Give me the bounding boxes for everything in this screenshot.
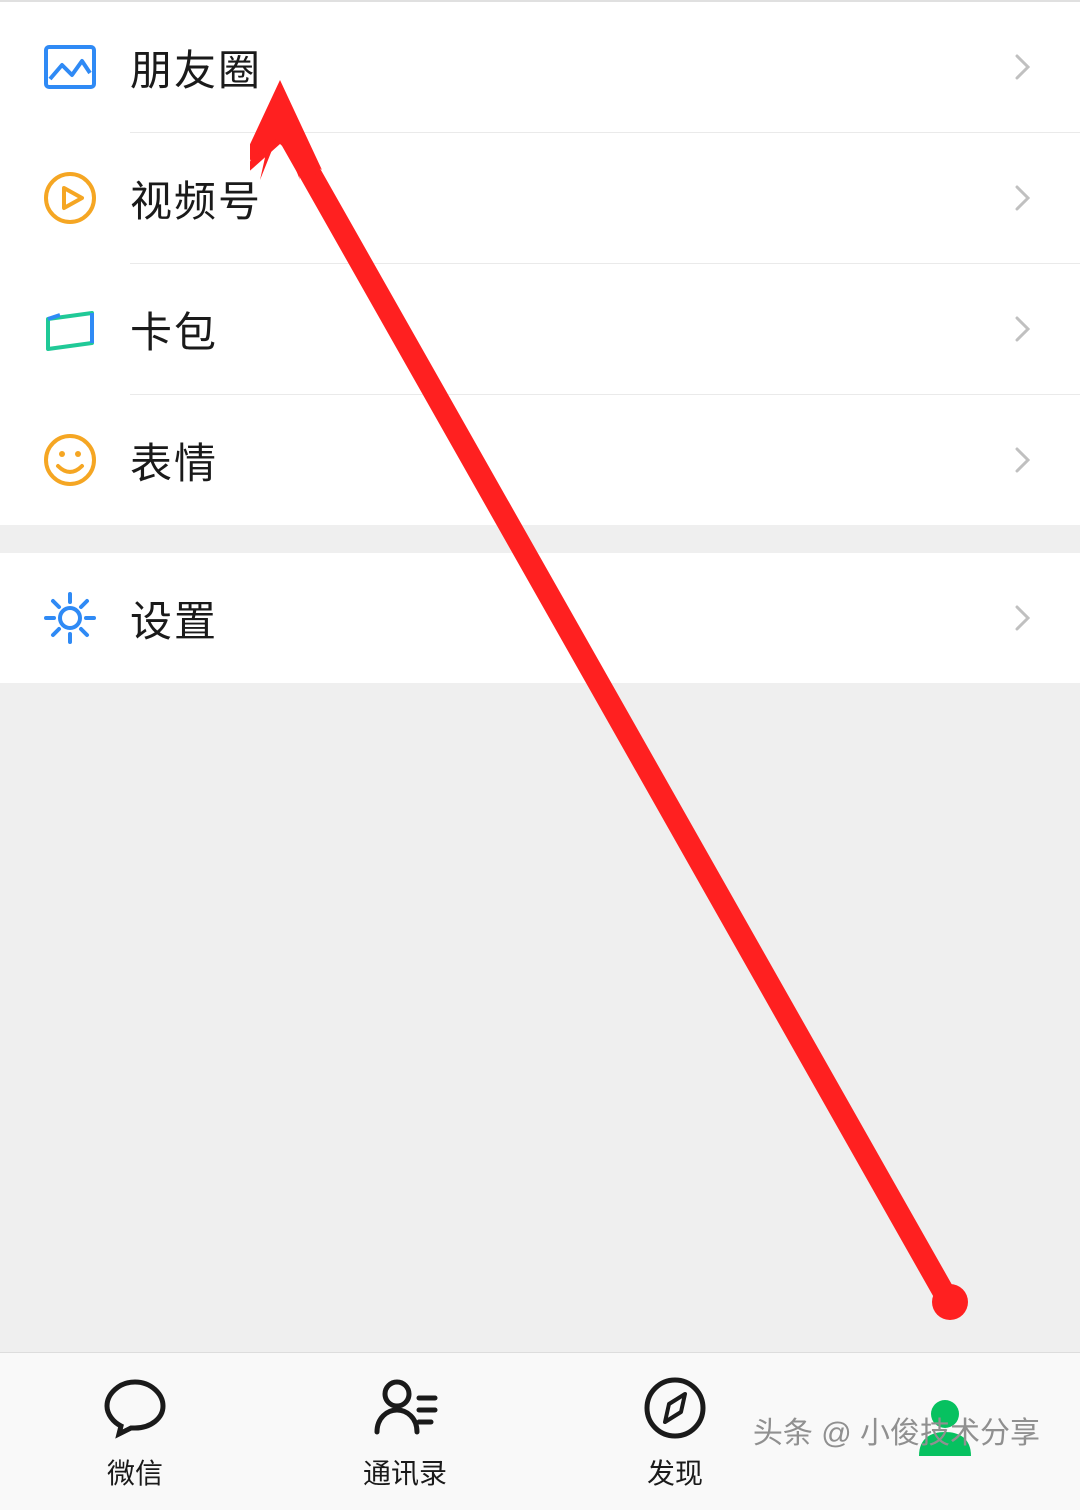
chevron-right-icon <box>1008 603 1038 633</box>
gear-icon <box>42 590 98 646</box>
menu-item-channels[interactable]: 视频号 <box>0 133 1080 263</box>
watermark: 头条 @ 小俊技术分享 <box>753 1408 1040 1452</box>
compass-icon <box>639 1372 711 1444</box>
chevron-right-icon <box>1008 52 1038 82</box>
moments-icon <box>42 39 98 95</box>
menu-item-label: 朋友圈 <box>130 37 1008 98</box>
chevron-right-icon <box>1008 183 1038 213</box>
menu-item-settings[interactable]: 设置 <box>0 553 1080 683</box>
chat-bubble-icon <box>99 1372 171 1444</box>
menu-item-cards[interactable]: 卡包 <box>0 264 1080 394</box>
contacts-icon <box>369 1372 441 1444</box>
play-icon <box>42 170 98 226</box>
smiley-icon <box>42 432 98 488</box>
tab-chats[interactable]: 微信 <box>0 1372 270 1492</box>
menu-item-label: 视频号 <box>130 168 1008 229</box>
tab-contacts[interactable]: 通讯录 <box>270 1372 540 1492</box>
chevron-right-icon <box>1008 445 1038 475</box>
menu-item-label: 卡包 <box>130 299 1008 360</box>
menu-item-label: 表情 <box>130 430 1008 491</box>
tab-label: 微信 <box>107 1452 163 1492</box>
menu-item-label: 设置 <box>130 588 1008 649</box>
menu-item-moments[interactable]: 朋友圈 <box>0 2 1080 132</box>
tab-label: 发现 <box>647 1452 703 1492</box>
menu-item-stickers[interactable]: 表情 <box>0 395 1080 525</box>
wallet-icon <box>42 301 98 357</box>
tab-label: 通讯录 <box>363 1452 447 1492</box>
chevron-right-icon <box>1008 314 1038 344</box>
